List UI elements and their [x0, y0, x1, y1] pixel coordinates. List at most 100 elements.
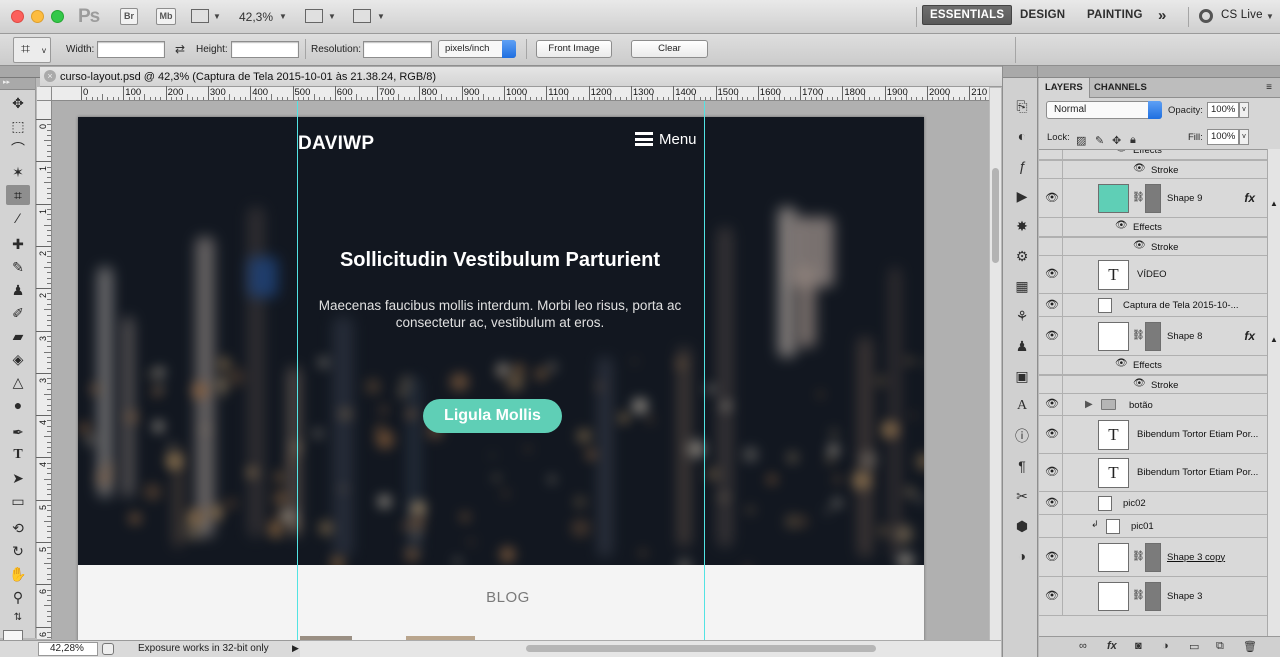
chain-link-icon[interactable]: ⛓	[1132, 192, 1145, 203]
chevron-down-icon[interactable]: ▼	[213, 12, 221, 21]
zoom-tool-icon[interactable]: ⚲	[6, 587, 30, 607]
cs-live-icon[interactable]	[1199, 9, 1213, 23]
lock-transparent-icon[interactable]: ▨	[1076, 134, 1086, 147]
paint-bucket-tool-icon[interactable]: ◈	[6, 349, 30, 369]
rectangle-tool-icon[interactable]: ▭	[6, 491, 30, 511]
window-minimize-button[interactable]	[31, 10, 44, 23]
document-canvas[interactable]: DAVIWP Menu Sollicitudin Vestibulum Part…	[78, 117, 924, 642]
eye-icon[interactable]: 👁︎	[1045, 298, 1059, 311]
blend-mode-select[interactable]: Normal	[1046, 101, 1162, 119]
visibility-column[interactable]	[1039, 356, 1063, 374]
status-zoom-field[interactable]: 42,28%	[38, 642, 98, 656]
chevron-down-icon[interactable]: ▼	[279, 12, 287, 21]
eye-icon[interactable]: 👁︎	[1045, 465, 1059, 478]
path-selection-tool-icon[interactable]: ➤	[6, 468, 30, 488]
workspace-painting[interactable]: PAINTING	[1087, 9, 1143, 21]
scrollbar-thumb[interactable]	[992, 168, 999, 263]
add-layer-style-icon[interactable]: fx	[1107, 640, 1117, 652]
layer-row[interactable]: 👁︎ T Bibendum Tortor Etiam Por...	[1039, 416, 1267, 454]
cs-live-menu[interactable]: CS Live	[1221, 9, 1263, 21]
brush-tool-icon[interactable]: ✎	[6, 257, 30, 277]
eraser-tool-icon[interactable]: ▰	[6, 326, 30, 346]
close-icon[interactable]: ×	[44, 70, 56, 82]
front-image-button[interactable]: Front Image	[536, 40, 612, 58]
layer-row[interactable]: 👁︎ Captura de Tela 2015-10-...	[1039, 294, 1267, 317]
guide-line[interactable]	[297, 101, 298, 640]
more-workspaces-button[interactable]: »	[1158, 7, 1167, 24]
eye-icon[interactable]: 👁︎	[1045, 267, 1059, 280]
chevron-down-icon[interactable]: ▼	[377, 12, 385, 21]
eye-icon[interactable]: 👁︎	[1045, 397, 1059, 410]
resolution-units-select[interactable]: pixels/inch	[438, 40, 516, 58]
swap-colors-icon[interactable]: ⇅	[6, 608, 30, 628]
history-panel-icon[interactable]: ⎘	[1011, 96, 1033, 116]
swap-dimensions-icon[interactable]: ⇄	[175, 42, 185, 56]
clone-source-panel-icon[interactable]: ♟	[1011, 336, 1033, 356]
actions-panel-icon[interactable]: ▶	[1011, 186, 1033, 206]
layer-row[interactable]: ↲ pic01	[1039, 515, 1267, 538]
healing-brush-tool-icon[interactable]: ✚	[6, 234, 30, 254]
visibility-column[interactable]	[1039, 161, 1063, 178]
window-zoom-button[interactable]	[51, 10, 64, 23]
pen-tool-icon[interactable]: ✒	[6, 422, 30, 442]
status-play-icon[interactable]: ▶	[292, 643, 299, 654]
resolution-field[interactable]	[363, 41, 432, 58]
3d-orbit-tool-icon[interactable]: ↻	[6, 541, 30, 561]
type-tool-icon[interactable]: T	[6, 445, 30, 465]
lasso-tool-icon[interactable]: ⌒	[6, 139, 30, 159]
zoom-level[interactable]: 42,3%	[239, 10, 273, 24]
history-brush-tool-icon[interactable]: ✐	[6, 303, 30, 323]
layer-row[interactable]: 👁︎ ⛓ fx Shape 9	[1039, 179, 1267, 218]
status-menu-icon[interactable]	[102, 643, 114, 655]
images-panel-icon[interactable]: ▣	[1011, 366, 1033, 386]
document-tab[interactable]: × curso-layout.psd @ 42,3% (Captura de T…	[40, 67, 1002, 87]
vertical-ruler[interactable]: 0 1 1 2 2 3 3 4 4 5 5 6 6	[36, 101, 52, 639]
move-tool-icon[interactable]: ✥	[6, 93, 30, 113]
styles-panel-icon[interactable]: ƒ	[1011, 156, 1033, 176]
window-close-button[interactable]	[11, 10, 24, 23]
eye-icon[interactable]: 👁︎	[1133, 378, 1146, 389]
paragraph-panel-icon[interactable]: ¶	[1011, 456, 1033, 476]
layer-row[interactable]: 👁︎ Effects	[1039, 218, 1267, 237]
3d-rotate-tool-icon[interactable]: ⟲	[6, 518, 30, 538]
layer-row[interactable]: 👁︎ ⛓ Shape 3	[1039, 577, 1267, 616]
eye-icon[interactable]: 👁︎	[1045, 329, 1059, 342]
masks-panel-icon[interactable]: ◑	[1011, 546, 1033, 566]
chevron-down-icon[interactable]: v	[1239, 102, 1249, 118]
layer-row[interactable]: 👁︎ Stroke	[1039, 237, 1267, 256]
eye-icon[interactable]: 👁︎	[1133, 240, 1146, 251]
canvas-vertical-scrollbar[interactable]	[989, 88, 1001, 640]
view-extras-icon[interactable]	[191, 9, 209, 23]
lock-all-icon[interactable]: 🔒︎	[1130, 134, 1136, 147]
scroll-up-icon[interactable]: ▲	[1270, 199, 1278, 208]
guide-line[interactable]	[704, 101, 705, 640]
add-mask-icon[interactable]: ◙	[1135, 640, 1142, 652]
eye-icon[interactable]: 👁︎	[1045, 191, 1059, 204]
tab-layers[interactable]: LAYERS	[1039, 78, 1090, 98]
workspace-design[interactable]: DESIGN	[1020, 9, 1065, 21]
visibility-column[interactable]	[1039, 218, 1063, 236]
navigator-panel-icon[interactable]: ✸	[1011, 216, 1033, 236]
3d-panel-icon[interactable]: ⬢	[1011, 516, 1033, 536]
link-layers-icon[interactable]: ∞	[1079, 640, 1087, 652]
arrange-documents-icon[interactable]	[305, 9, 323, 23]
brush-presets-panel-icon[interactable]: ⚘	[1011, 306, 1033, 326]
info-panel-icon[interactable]: ⓘ	[1011, 426, 1033, 446]
layer-row[interactable]: 👁︎ Stroke	[1039, 160, 1267, 179]
fill-field[interactable]: 100%	[1207, 129, 1239, 145]
eye-icon[interactable]: 👁︎	[1115, 150, 1128, 154]
ruler-origin[interactable]	[37, 87, 52, 101]
tab-channels[interactable]: CHANNELS	[1088, 78, 1153, 98]
chain-link-icon[interactable]: ⛓	[1132, 551, 1145, 562]
marquee-tool-icon[interactable]: ⬚	[6, 116, 30, 136]
collapse-toggle-icon[interactable]	[1003, 66, 1037, 78]
layer-effects-icon[interactable]: fx	[1244, 329, 1255, 343]
layer-row[interactable]: 👁︎ ⛓ fx Shape 8	[1039, 317, 1267, 356]
blur-tool-icon[interactable]: △	[6, 372, 30, 392]
adjustment-layer-icon[interactable]: ◑	[1162, 640, 1169, 652]
layer-row[interactable]: 👁︎ Effects	[1039, 150, 1267, 160]
chain-link-icon[interactable]: ⛓	[1132, 590, 1145, 601]
eye-icon[interactable]: 👁︎	[1133, 163, 1146, 174]
chevron-down-icon[interactable]: ▼	[1266, 12, 1274, 21]
layer-effects-icon[interactable]: fx	[1244, 191, 1255, 205]
